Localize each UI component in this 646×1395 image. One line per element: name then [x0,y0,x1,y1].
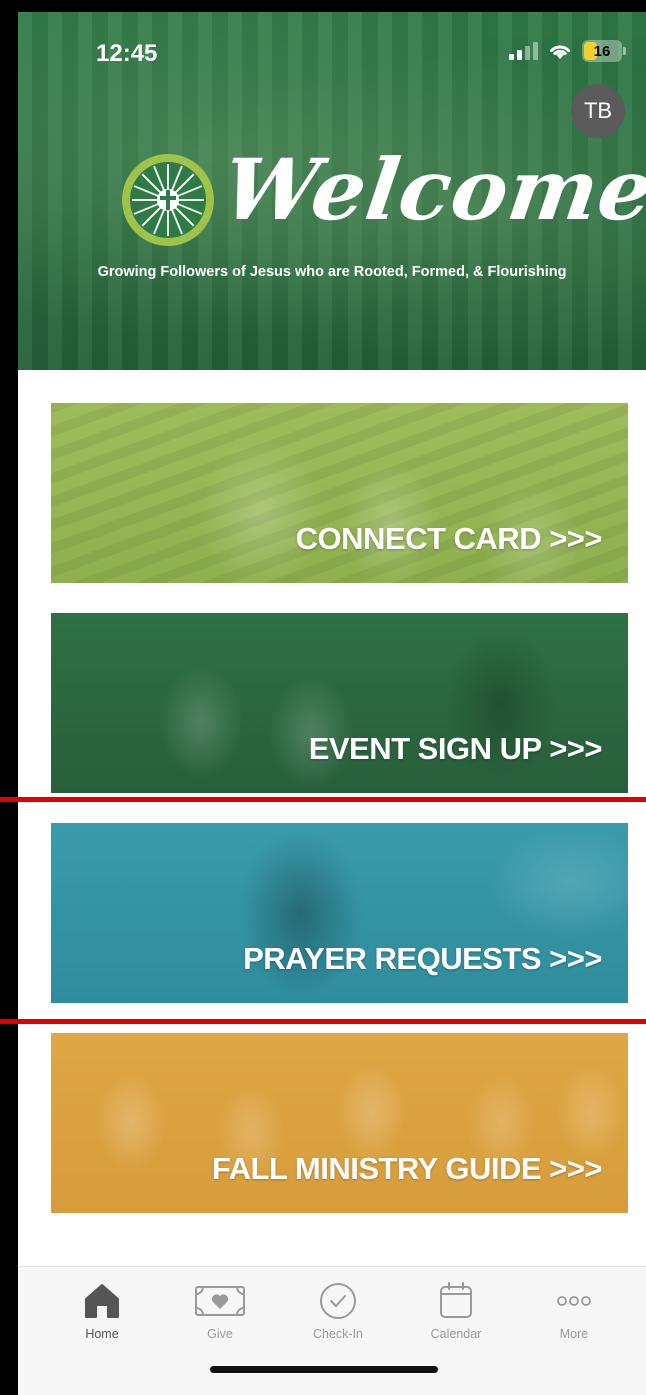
highlight-line-top [0,797,646,802]
tab-check-in[interactable]: Check-In [288,1281,388,1341]
prayer-requests-label: PRAYER REQUESTS >>> [243,941,602,976]
more-icon [557,1296,591,1306]
check-in-icon [320,1283,356,1319]
connect-card-button[interactable]: CONNECT CARD >>> [51,403,628,583]
welcome-tagline: Growing Followers of Jesus who are Roote… [97,264,567,280]
tab-calendar[interactable]: Calendar [406,1281,506,1341]
calendar-icon [440,1282,472,1318]
tab-more[interactable]: More [524,1281,624,1341]
fall-ministry-guide-label: FALL MINISTRY GUIDE >>> [211,1151,603,1186]
fall-ministry-guide-button[interactable]: FALL MINISTRY GUIDE >>> [51,1033,628,1213]
profile-avatar[interactable]: TB [571,84,625,138]
tab-home-label: Home [85,1327,119,1341]
tab-more-label: More [559,1327,589,1341]
status-time: 12:45 [96,40,158,67]
home-indicator[interactable] [210,1366,438,1373]
tab-calendar-label: Calendar [430,1327,482,1341]
welcome-title: Welcome [217,140,646,239]
home-icon [85,1284,119,1318]
event-sign-up-label: EVENT SIGN UP >>> [308,731,603,766]
bottom-tab-bar: Home Give Check-In Calendar More [18,1266,646,1395]
app-screen: 12:45 16 TB Welcome Growing Followers of… [18,12,646,1395]
event-sign-up-button[interactable]: EVENT SIGN UP >>> [51,613,628,793]
highlight-line-bottom [0,1019,646,1024]
wifi-icon [550,45,570,59]
cellular-signal-icon [509,42,538,60]
prayer-requests-button[interactable]: PRAYER REQUESTS >>> [51,823,628,1003]
church-logo-icon [122,154,214,246]
welcome-banner: 12:45 16 TB Welcome Growing Followers of… [18,12,646,370]
connect-card-label: CONNECT CARD >>> [295,521,603,556]
status-indicators: 16 [509,40,626,62]
tab-home[interactable]: Home [52,1281,152,1341]
battery-icon: 16 [582,40,626,62]
give-icon [195,1286,245,1316]
tab-give-label: Give [207,1327,233,1341]
tab-give[interactable]: Give [170,1281,270,1341]
tab-check-in-label: Check-In [312,1327,364,1341]
battery-level: 16 [593,42,611,60]
